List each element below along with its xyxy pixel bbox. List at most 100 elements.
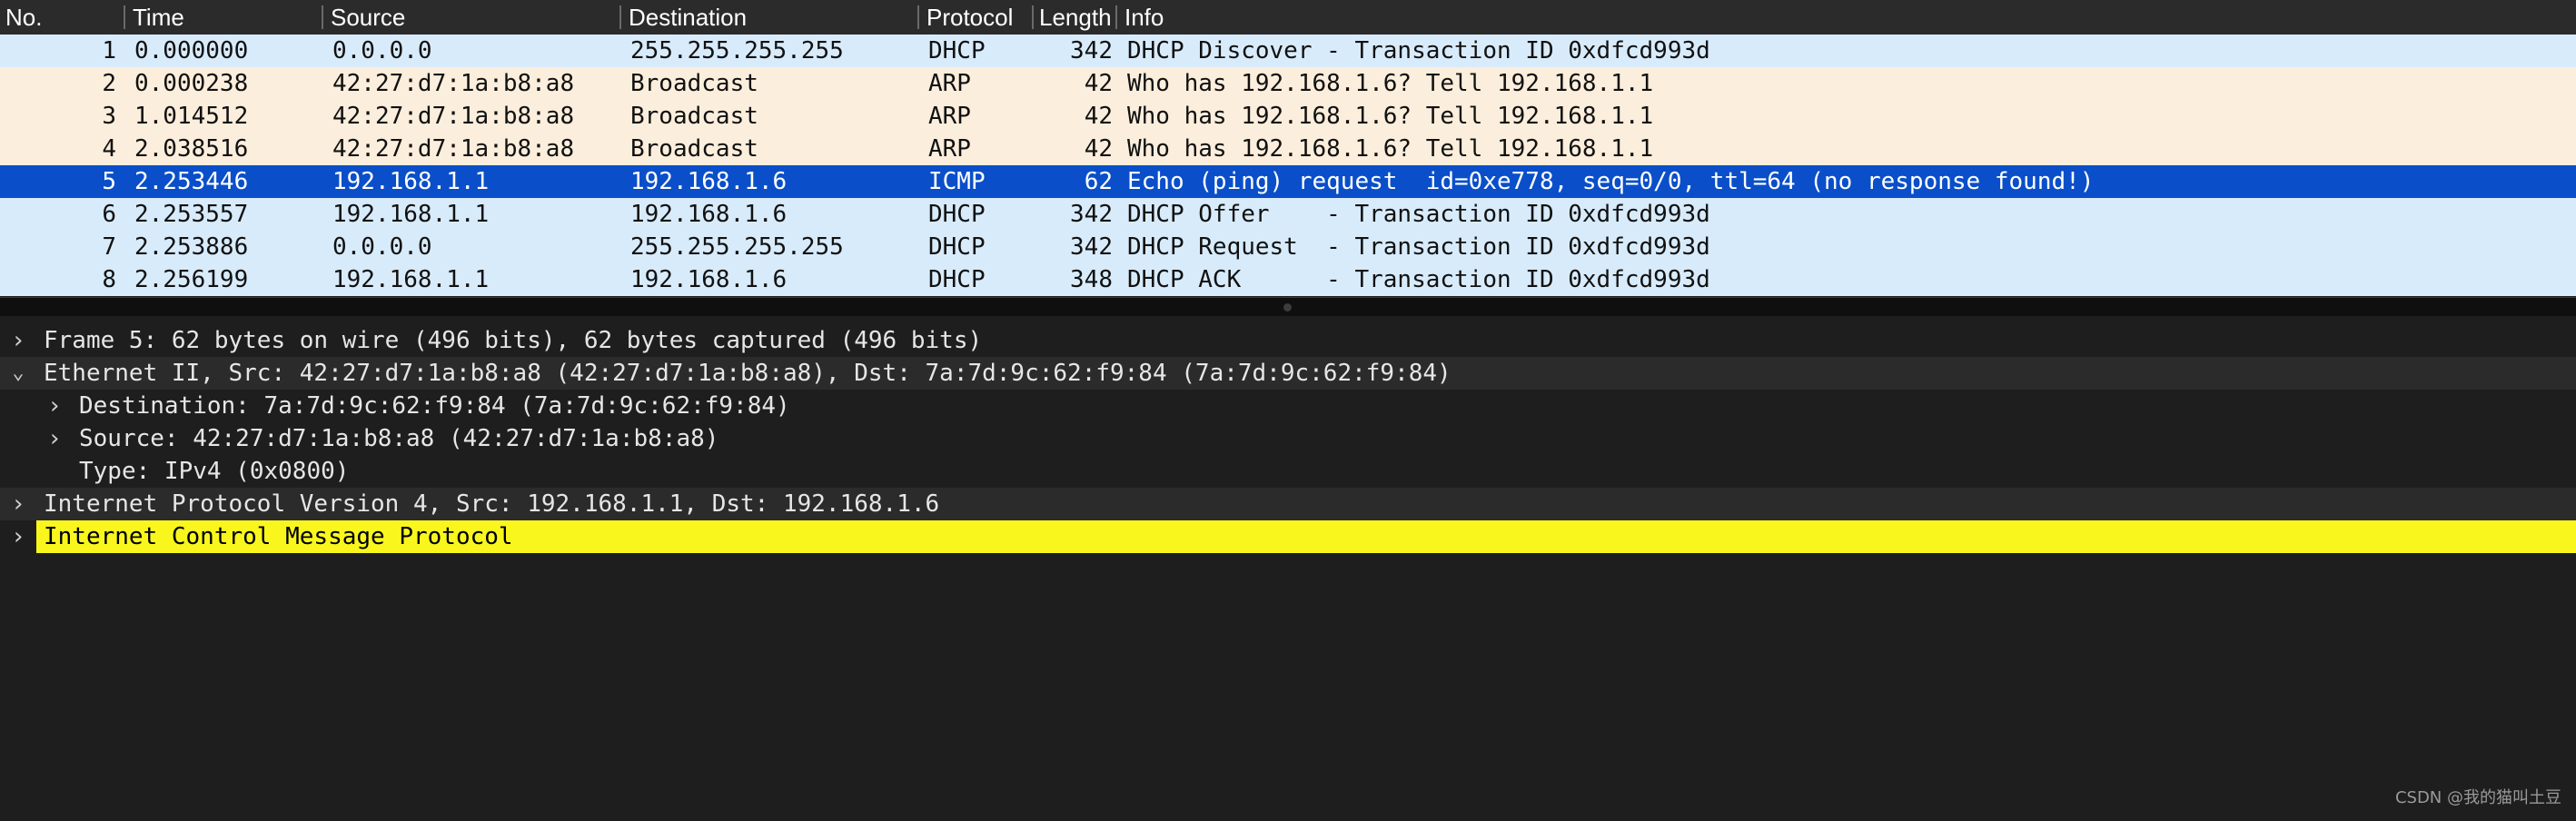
- packet-info: DHCP Discover - Transaction ID 0xdfcd993…: [1127, 37, 1710, 64]
- tree-item-label: Destination: 7a:7d:9c:62:f9:84 (7a:7d:9c…: [79, 392, 790, 420]
- chevron-right-icon[interactable]: ›: [44, 422, 65, 455]
- packet-no: 1: [102, 37, 116, 64]
- packet-info: Who has 192.168.1.6? Tell 192.168.1.1: [1127, 70, 1654, 97]
- packet-info: DHCP ACK - Transaction ID 0xdfcd993d: [1127, 266, 1710, 293]
- pane-splitter[interactable]: [0, 297, 2576, 316]
- packet-time: 2.253557: [134, 201, 249, 228]
- tree-item-label: Ethernet II, Src: 42:27:d7:1a:b8:a8 (42:…: [44, 360, 1451, 387]
- packet-source: 42:27:d7:1a:b8:a8: [332, 103, 575, 130]
- watermark: CSDN @我的猫叫土豆: [2394, 788, 2561, 807]
- packet-length: 42: [1084, 70, 1113, 97]
- column-time[interactable]: Time: [133, 0, 320, 35]
- packet-no: 8: [102, 266, 116, 293]
- tree-item-ethernet[interactable]: ⌄ Ethernet II, Src: 42:27:d7:1a:b8:a8 (4…: [0, 357, 2576, 390]
- packet-time: 2.256199: [134, 266, 249, 293]
- packet-no: 3: [102, 103, 116, 130]
- packet-protocol: DHCP: [928, 266, 986, 293]
- packet-info: Who has 192.168.1.6? Tell 192.168.1.1: [1127, 103, 1654, 130]
- packet-source: 42:27:d7:1a:b8:a8: [332, 70, 575, 97]
- tree-item-label: Frame 5: 62 bytes on wire (496 bits), 62…: [44, 327, 983, 354]
- column-resize-handle[interactable]: [124, 5, 125, 29]
- packet-source: 192.168.1.1: [332, 266, 490, 293]
- column-info[interactable]: Info: [1125, 0, 1488, 35]
- packet-row[interactable]: 4 2.038516 42:27:d7:1a:b8:a8 Broadcast A…: [0, 133, 2576, 165]
- tree-item-eth-type[interactable]: Type: IPv4 (0x0800): [0, 455, 2576, 488]
- packet-time: 2.253886: [134, 233, 249, 261]
- column-no[interactable]: No.: [5, 0, 120, 35]
- packet-destination: 255.255.255.255: [630, 37, 844, 64]
- packet-source: 0.0.0.0: [332, 233, 432, 261]
- packet-protocol: ARP: [928, 135, 971, 163]
- packet-list[interactable]: No. Time Source Destination Protocol Len…: [0, 0, 2576, 297]
- packet-time: 2.253446: [134, 168, 249, 195]
- packet-protocol: ARP: [928, 70, 971, 97]
- chevron-down-icon[interactable]: ⌄: [7, 357, 29, 390]
- packet-destination: Broadcast: [630, 103, 758, 130]
- packet-row[interactable]: 7 2.253886 0.0.0.0 255.255.255.255 DHCP …: [0, 231, 2576, 263]
- packet-source: 0.0.0.0: [332, 37, 432, 64]
- packet-info: Echo (ping) request id=0xe778, seq=0/0, …: [1127, 168, 2095, 195]
- chevron-right-icon[interactable]: ›: [7, 520, 29, 553]
- chevron-right-icon[interactable]: ›: [7, 488, 29, 520]
- packet-info: DHCP Offer - Transaction ID 0xdfcd993d: [1127, 201, 1710, 228]
- packet-time: 1.014512: [134, 103, 249, 130]
- packet-row[interactable]: 8 2.256199 192.168.1.1 192.168.1.6 DHCP …: [0, 263, 2576, 296]
- packet-time: 0.000000: [134, 37, 249, 64]
- column-resize-handle[interactable]: [1032, 5, 1034, 29]
- column-destination[interactable]: Destination: [629, 0, 917, 35]
- packet-source: 192.168.1.1: [332, 168, 490, 195]
- packet-protocol: DHCP: [928, 233, 986, 261]
- packet-time: 0.000238: [134, 70, 249, 97]
- tree-item-label: Internet Protocol Version 4, Src: 192.16…: [44, 490, 940, 518]
- tree-item-label: Source: 42:27:d7:1a:b8:a8 (42:27:d7:1a:b…: [79, 425, 719, 452]
- packet-destination: Broadcast: [630, 135, 758, 163]
- packet-time: 2.038516: [134, 135, 249, 163]
- packet-no: 5: [102, 168, 116, 195]
- tree-item-icmp-highlighted[interactable]: › Internet Control Message Protocol: [0, 520, 2576, 553]
- packet-length: 348: [1070, 266, 1113, 293]
- packet-row[interactable]: 6 2.253557 192.168.1.1 192.168.1.6 DHCP …: [0, 198, 2576, 231]
- tree-item-eth-source[interactable]: › Source: 42:27:d7:1a:b8:a8 (42:27:d7:1a…: [0, 422, 2576, 455]
- column-source[interactable]: Source: [331, 0, 619, 35]
- column-resize-handle[interactable]: [322, 5, 323, 29]
- column-protocol[interactable]: Protocol: [926, 0, 1034, 35]
- column-resize-handle[interactable]: [917, 5, 919, 29]
- packet-no: 2: [102, 70, 116, 97]
- packet-destination: 192.168.1.6: [630, 168, 788, 195]
- packet-length: 42: [1084, 135, 1113, 163]
- chevron-right-icon[interactable]: ›: [44, 390, 65, 422]
- column-resize-handle[interactable]: [1115, 5, 1117, 29]
- column-header: No. Time Source Destination Protocol Len…: [0, 0, 2576, 35]
- packet-destination: 192.168.1.6: [630, 201, 788, 228]
- tree-item-eth-destination[interactable]: › Destination: 7a:7d:9c:62:f9:84 (7a:7d:…: [0, 390, 2576, 422]
- column-resize-handle[interactable]: [619, 5, 621, 29]
- splitter-grip-icon[interactable]: [1283, 303, 1292, 312]
- packet-length: 342: [1070, 201, 1113, 228]
- packet-info: DHCP Request - Transaction ID 0xdfcd993d: [1127, 233, 1710, 261]
- packet-protocol: ICMP: [928, 168, 986, 195]
- packet-source: 42:27:d7:1a:b8:a8: [332, 135, 575, 163]
- packet-protocol: DHCP: [928, 201, 986, 228]
- tree-item-frame[interactable]: › Frame 5: 62 bytes on wire (496 bits), …: [0, 324, 2576, 357]
- packet-no: 6: [102, 201, 116, 228]
- packet-row-selected[interactable]: 5 2.253446 192.168.1.1 192.168.1.6 ICMP …: [0, 165, 2576, 198]
- packet-no: 4: [102, 135, 116, 163]
- chevron-right-icon[interactable]: ›: [7, 324, 29, 357]
- column-length[interactable]: Length: [1039, 0, 1115, 35]
- packet-source: 192.168.1.1: [332, 201, 490, 228]
- packet-length: 42: [1084, 103, 1113, 130]
- packet-protocol: ARP: [928, 103, 971, 130]
- packet-row[interactable]: 3 1.014512 42:27:d7:1a:b8:a8 Broadcast A…: [0, 100, 2576, 133]
- packet-length: 342: [1070, 233, 1113, 261]
- packet-no: 7: [102, 233, 116, 261]
- packet-row[interactable]: 1 0.000000 0.0.0.0 255.255.255.255 DHCP …: [0, 35, 2576, 67]
- tree-item-label: Type: IPv4 (0x0800): [79, 458, 350, 485]
- packet-details-tree[interactable]: › Frame 5: 62 bytes on wire (496 bits), …: [0, 324, 2576, 778]
- packet-row[interactable]: 2 0.000238 42:27:d7:1a:b8:a8 Broadcast A…: [0, 67, 2576, 100]
- tree-item-ipv4[interactable]: › Internet Protocol Version 4, Src: 192.…: [0, 488, 2576, 520]
- packet-destination: Broadcast: [630, 70, 758, 97]
- packet-length: 342: [1070, 37, 1113, 64]
- packet-destination: 255.255.255.255: [630, 233, 844, 261]
- packet-destination: 192.168.1.6: [630, 266, 788, 293]
- packet-length: 62: [1084, 168, 1113, 195]
